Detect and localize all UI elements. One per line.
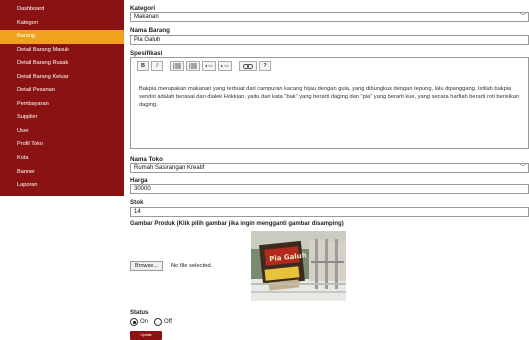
status-off-label: Off [164,319,172,325]
italic-button[interactable]: I [151,61,163,71]
editor-toolbar: B I ? [137,61,271,71]
file-status: No file selected. [171,263,213,269]
sidebar-item-laporan[interactable]: Laporan [0,179,124,193]
sidebar-item-detail-barang-masuk[interactable]: Detail Barang Masuk [0,44,124,58]
status-radio-group: On Off [130,318,172,326]
harga-input[interactable]: 30000 [130,184,529,194]
chevron-down-icon: ﹀ [519,14,526,20]
nama-barang-label: Nama Barang [130,27,170,34]
sidebar-item-banner[interactable]: Banner [0,166,124,180]
chevron-down-icon: ﹀ [519,165,526,171]
browse-button[interactable]: Browse... [130,261,163,271]
status-label: Status [130,310,149,316]
unordered-list-icon[interactable] [186,61,200,71]
gambar-produk-label: Gambar Produk (Klik pilih gambar jika in… [130,221,344,227]
kategori-value: Makanan [134,14,159,20]
nama-toko-select[interactable]: Rumah Sasirangan Kreatif ﹀ [130,163,529,173]
link-icon[interactable] [239,61,257,71]
sidebar-item-kota[interactable]: Kota [0,152,124,166]
nama-barang-input[interactable]: Pia Galuh [130,35,529,45]
sidebar: Dashboard Kategori Barang Detail Barang … [0,0,124,340]
status-on-radio[interactable] [130,318,138,326]
harga-label: Harga [130,177,148,184]
stok-input[interactable]: 14 [130,207,529,217]
status-off-radio[interactable] [154,318,163,326]
kategori-select[interactable]: Makanan ﹀ [130,12,529,22]
sidebar-item-dashboard[interactable]: Dashboard [0,3,124,17]
ordered-list-icon[interactable] [170,61,184,71]
sidebar-item-barang[interactable]: Barang [0,30,124,44]
sidebar-nav: Dashboard Kategori Barang Detail Barang … [0,3,124,193]
bold-button[interactable]: B [137,61,149,71]
help-button[interactable]: ? [259,61,271,71]
sidebar-item-detail-pesanan[interactable]: Detail Pesanan [0,84,124,98]
spesifikasi-content[interactable]: Bakpia merupakan makanan yang terbuat da… [139,85,527,110]
indent-icon[interactable] [218,61,232,71]
sidebar-item-profil-toko[interactable]: Profil Toko [0,138,124,152]
sidebar-item-detail-barang-rusak[interactable]: Detail Barang Rusak [0,57,124,71]
update-button[interactable]: Update [130,331,162,340]
sidebar-item-detail-barang-keluar[interactable]: Detail Barang Keluar [0,71,124,85]
sidebar-item-user[interactable]: User [0,125,124,139]
sidebar-item-pembayaran[interactable]: Pembayaran [0,98,124,112]
sidebar-item-supplier[interactable]: Supplier [0,111,124,125]
kategori-label: Kategori [130,5,156,12]
product-image[interactable]: Pia Galuh [251,231,346,301]
sidebar-item-kategori[interactable]: Kategori [0,17,124,31]
stok-label: Stok [130,199,144,206]
status-on-label: On [140,319,149,325]
spesifikasi-editor[interactable]: B I ? Bakpia merupakan makanan yang terb… [130,57,529,149]
spesifikasi-label: Spesifikasi [130,50,163,57]
nama-toko-label: Nama Toko [130,156,163,163]
nama-toko-value: Rumah Sasirangan Kreatif [134,165,205,171]
outdent-icon[interactable] [202,61,216,71]
product-edit-form: Kategori Makanan ﹀ Nama Barang Pia Galuh… [130,0,529,340]
